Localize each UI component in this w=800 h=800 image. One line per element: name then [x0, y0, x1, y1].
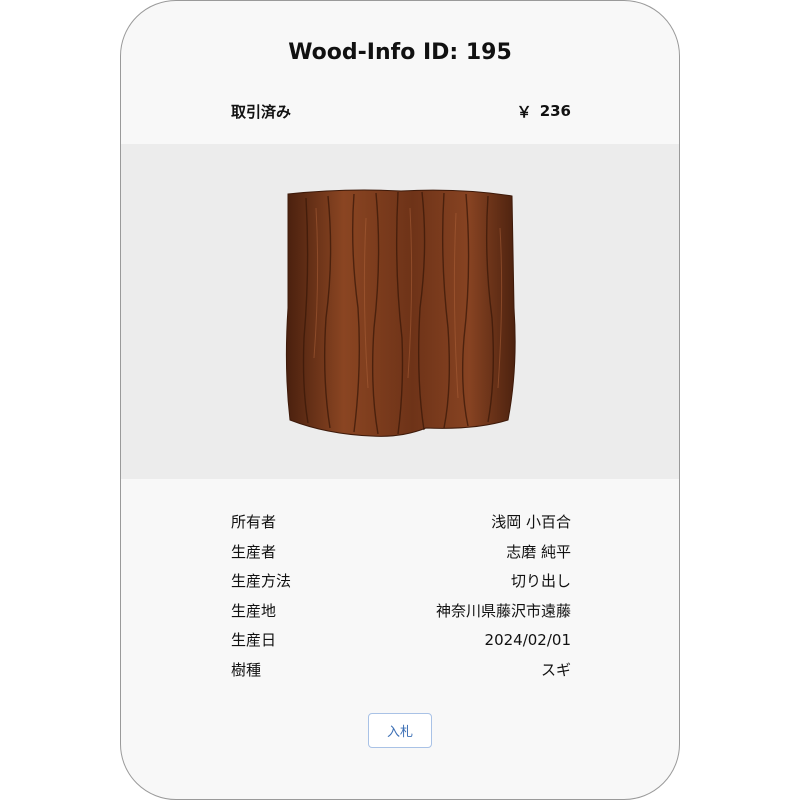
detail-value: 切り出し [510, 572, 571, 591]
detail-label: 生産方法 [231, 572, 292, 591]
detail-label: 所有者 [231, 513, 277, 532]
trade-status: 取引済み [231, 102, 292, 121]
status-price-row: 取引済み ￥ 236 [231, 99, 571, 123]
wood-info-card: Wood-Info ID: 195 取引済み ￥ 236 所有者 浅岡 小百合 … [120, 0, 680, 800]
detail-row-species: 樹種 スギ [231, 655, 571, 685]
price-value: 236 [539, 102, 571, 120]
detail-label: 樹種 [231, 660, 262, 679]
detail-row-date: 生産日 2024/02/01 [231, 625, 571, 655]
detail-row-producer: 生産者 志磨 純平 [231, 537, 571, 567]
wood-image-area [121, 144, 679, 479]
detail-label: 生産日 [231, 631, 277, 650]
wood-log-image [285, 189, 516, 437]
price: ￥ 236 [517, 101, 571, 122]
detail-value: 浅岡 小百合 [491, 513, 571, 532]
detail-row-owner: 所有者 浅岡 小百合 [231, 507, 571, 537]
details-list: 所有者 浅岡 小百合 生産者 志磨 純平 生産方法 切り出し 生産地 神奈川県藤… [231, 507, 571, 684]
detail-row-method: 生産方法 切り出し [231, 566, 571, 596]
detail-value: 志磨 純平 [506, 542, 571, 561]
detail-value: 2024/02/01 [484, 630, 571, 649]
currency-symbol: ￥ [516, 102, 532, 121]
detail-label: 生産者 [231, 542, 277, 561]
detail-row-location: 生産地 神奈川県藤沢市遠藤 [231, 596, 571, 626]
detail-value: 神奈川県藤沢市遠藤 [435, 601, 571, 620]
detail-value: スギ [540, 660, 571, 679]
card-title: Wood-Info ID: 195 [288, 40, 512, 65]
bid-button[interactable]: 入札 [368, 713, 432, 748]
detail-label: 生産地 [231, 601, 277, 620]
